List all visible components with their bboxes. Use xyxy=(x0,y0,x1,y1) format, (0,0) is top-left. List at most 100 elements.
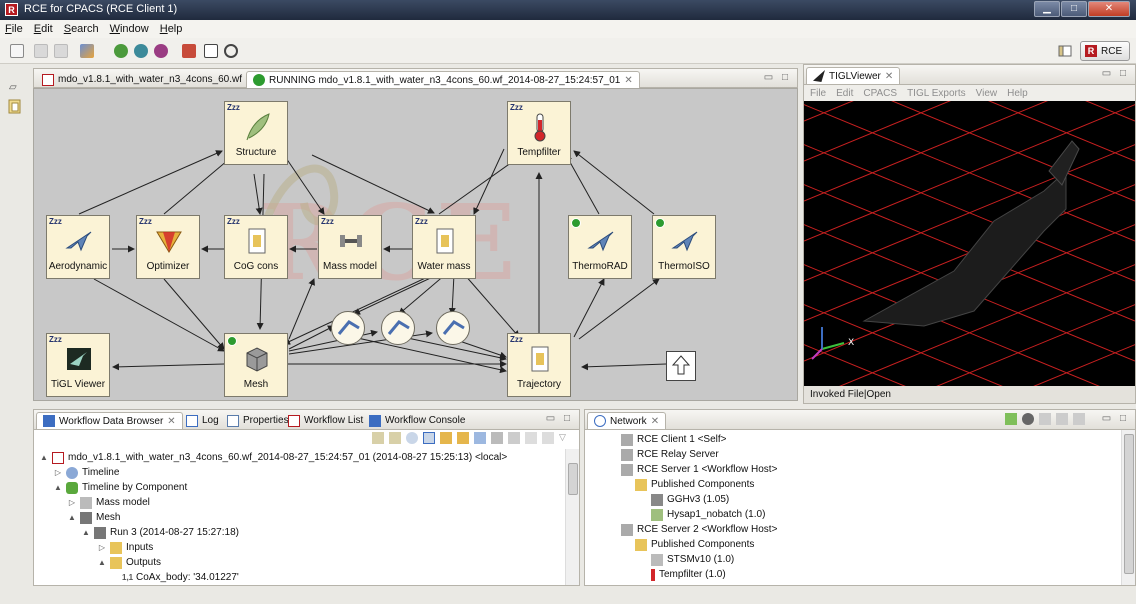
view-menu-icon[interactable]: ▽ xyxy=(559,432,571,444)
network-component-stsmv10[interactable]: STSMv10 (1.0) xyxy=(651,552,734,567)
tab-network[interactable]: Network ✕ xyxy=(587,412,667,429)
rce-perspective-button[interactable]: R RCE xyxy=(1080,41,1130,61)
tigl-panel-controls[interactable]: ▭ □ xyxy=(1102,68,1129,79)
network-component-gghv3[interactable]: GGHv3 (1.05) xyxy=(651,492,729,507)
output-writer-node[interactable] xyxy=(666,351,696,381)
refresh-icon[interactable] xyxy=(1073,413,1085,425)
tree-item-outputs[interactable]: ▲ Outputs xyxy=(98,555,161,570)
collapse-icon[interactable]: ▲ xyxy=(82,528,90,537)
close-tab-icon[interactable]: ✕ xyxy=(885,71,893,82)
tab-log[interactable]: Log xyxy=(180,412,225,429)
connection-icon[interactable] xyxy=(114,44,128,58)
collapse-all-icon[interactable] xyxy=(474,432,486,444)
disconnect-icon[interactable] xyxy=(154,44,168,58)
save-all-icon[interactable] xyxy=(54,44,68,58)
tree-item-timeline[interactable]: ▷ Timeline xyxy=(54,465,119,480)
save-icon[interactable] xyxy=(34,44,48,58)
close-button[interactable]: ✕ xyxy=(1088,1,1130,17)
maximize-button[interactable]: □ xyxy=(1061,1,1087,17)
network-node-relay[interactable]: RCE Relay Server xyxy=(621,447,719,462)
network-published-components-1[interactable]: Published Components xyxy=(635,477,754,492)
node-mass-model[interactable]: Zzz Mass model xyxy=(318,215,382,279)
sort-desc-icon[interactable] xyxy=(389,432,401,444)
expand-icon[interactable]: ▷ xyxy=(54,468,62,477)
collapse-icon[interactable]: ▲ xyxy=(98,558,106,567)
node-water-mass[interactable]: Zzz Water mass xyxy=(412,215,476,279)
node-aerodynamic[interactable]: Zzz Aerodynamic xyxy=(46,215,110,279)
tigl-menu-file[interactable]: File xyxy=(810,88,826,99)
open-perspective-icon[interactable] xyxy=(1054,41,1076,61)
collapse-all-icon[interactable] xyxy=(1039,413,1051,425)
node-tigl-viewer[interactable]: Zzz TiGL Viewer xyxy=(46,333,110,397)
back-icon[interactable] xyxy=(525,432,537,444)
tab-workflow-console[interactable]: Workflow Console xyxy=(363,412,471,429)
tab-workflow-file[interactable]: mdo_v1.8.1_with_water_n3_4cons_60.wf xyxy=(36,71,248,88)
connect-icon[interactable] xyxy=(1005,413,1017,425)
tree-item-inputs[interactable]: ▷ Inputs xyxy=(98,540,153,555)
tigl-menu-view[interactable]: View xyxy=(976,88,998,99)
tree-item-output-value[interactable]: 1,1 CoAx_body: '34.01227' xyxy=(122,570,239,585)
node-thermoiso[interactable]: ThermoISO xyxy=(652,215,716,279)
node-trajectory[interactable]: Zzz Trajectory xyxy=(507,333,571,397)
tigl-menu-edit[interactable]: Edit xyxy=(836,88,853,99)
disconnect-icon[interactable] xyxy=(1022,413,1034,425)
node-tempfilter[interactable]: Zzz Tempfilter xyxy=(507,101,571,165)
menu-search[interactable]: Search xyxy=(64,23,99,35)
expand-icon[interactable]: ▷ xyxy=(68,498,76,507)
tab-tiglviewer[interactable]: TIGLViewer ✕ xyxy=(806,67,901,84)
tree-item-mesh[interactable]: ▲ Mesh xyxy=(68,510,120,525)
network-component-hysap1[interactable]: Hysap1_nobatch (1.0) xyxy=(651,507,765,522)
close-tab-icon[interactable]: ✕ xyxy=(624,75,632,86)
connect-icon[interactable] xyxy=(134,44,148,58)
workflow-canvas[interactable]: RCE Zzz Structure Zzz Tempfilter Zzz Aer… xyxy=(33,88,798,401)
network-scrollbar[interactable] xyxy=(1121,430,1135,585)
tigl-menu-help[interactable]: Help xyxy=(1007,88,1028,99)
delete-icon[interactable] xyxy=(491,432,503,444)
network-published-components-2[interactable]: Published Components xyxy=(635,537,754,552)
network-component-tempfilter[interactable]: Tempfilter (1.0) xyxy=(651,567,726,582)
network-node-client1[interactable]: RCE Client 1 <Self> xyxy=(621,432,727,447)
node-structure[interactable]: Zzz Structure xyxy=(224,101,288,165)
collapse-icon[interactable]: ▲ xyxy=(54,483,62,492)
collapse-icon[interactable]: ▲ xyxy=(40,453,48,462)
timestamp-icon[interactable] xyxy=(406,432,418,444)
tree-item-timeline-by-component[interactable]: ▲ Timeline by Component xyxy=(54,480,187,495)
tree-item-mass-model[interactable]: ▷ Mass model xyxy=(68,495,150,510)
scrollbar-thumb[interactable] xyxy=(1124,434,1134,574)
network-node-server2[interactable]: RCE Server 2 <Workflow Host> xyxy=(621,522,777,537)
expand-icon[interactable]: ▷ xyxy=(98,543,106,552)
tree-item-workflow-run[interactable]: ▲ mdo_v1.8.1_with_water_n3_4cons_60.wf_2… xyxy=(40,450,507,465)
tigl-menu-exports[interactable]: TIGL Exports xyxy=(907,88,966,99)
filter-icon[interactable] xyxy=(1056,413,1068,425)
close-tab-icon[interactable]: ✕ xyxy=(167,416,175,427)
menu-help[interactable]: Help xyxy=(160,23,183,35)
tigl-3d-view[interactable]: X xyxy=(804,101,1135,386)
node-mesh[interactable]: Mesh xyxy=(224,333,288,397)
execute-workflow-icon[interactable] xyxy=(80,44,94,58)
node-thermorad[interactable]: ThermoRAD xyxy=(568,215,632,279)
network-node-server1[interactable]: RCE Server 1 <Workflow Host> xyxy=(621,462,777,477)
restore-views-icon[interactable]: ▱ xyxy=(5,70,25,130)
tab-running-workflow[interactable]: RUNNING mdo_v1.8.1_with_water_n3_4cons_6… xyxy=(246,71,640,88)
node-cog-cons[interactable]: Zzz CoG cons xyxy=(224,215,288,279)
editor-panel-controls[interactable]: ▭ □ xyxy=(764,72,791,83)
bottom-panel-controls[interactable]: ▭ □ xyxy=(546,413,573,424)
collapse-icon[interactable]: ▲ xyxy=(68,513,76,522)
sort-asc-icon[interactable] xyxy=(372,432,384,444)
home-icon[interactable] xyxy=(508,432,520,444)
menu-edit[interactable]: Edit xyxy=(34,23,53,35)
workflow-editor-icon[interactable] xyxy=(182,44,196,58)
tree-item-run-3[interactable]: ▲ Run 3 (2014-08-27 15:27:18) xyxy=(82,525,239,540)
node-optimizer[interactable]: Zzz Optimizer xyxy=(136,215,200,279)
tigl-menu-cpacs[interactable]: CPACS xyxy=(863,88,897,99)
minimize-button[interactable]: ▁ xyxy=(1034,1,1060,17)
network-panel-controls[interactable]: ▭ □ xyxy=(1102,413,1129,424)
close-tab-icon[interactable]: ✕ xyxy=(651,416,659,427)
scrollbar-thumb[interactable] xyxy=(568,463,578,495)
menu-file[interactable]: File xyxy=(5,23,23,35)
menu-window[interactable]: Window xyxy=(110,23,149,35)
new-file-icon[interactable] xyxy=(10,44,24,58)
time-sort-icon[interactable] xyxy=(423,432,435,444)
data-browser-scrollbar[interactable] xyxy=(565,449,579,585)
filter-icon[interactable] xyxy=(204,44,218,58)
